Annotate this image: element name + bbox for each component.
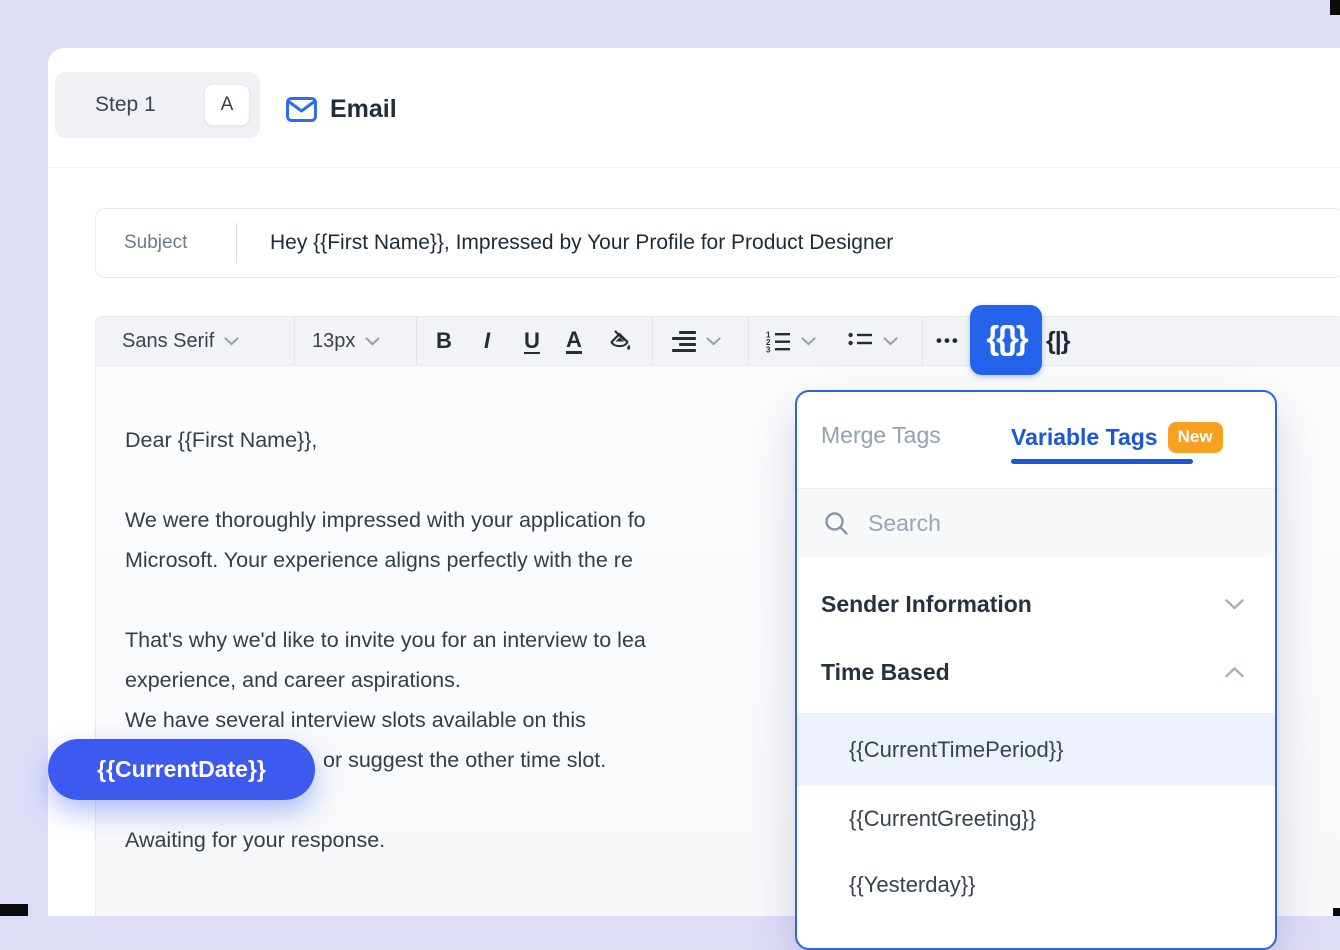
cursor-braces-icon: {|} xyxy=(1046,327,1069,356)
email-icon xyxy=(286,97,317,122)
chevron-down-icon xyxy=(801,337,816,346)
chevron-up-icon xyxy=(1224,666,1245,679)
bullet-list-button[interactable] xyxy=(848,316,898,366)
bold-icon: B xyxy=(436,328,452,354)
curly-braces-icon: {{}} xyxy=(986,319,1025,361)
more-options-button[interactable]: ••• xyxy=(936,316,960,366)
svg-text:3: 3 xyxy=(766,345,771,353)
screen-artifact xyxy=(1330,0,1340,15)
paint-bucket-icon xyxy=(606,328,633,355)
toolbar-separator xyxy=(922,316,923,366)
active-tab-underline xyxy=(1011,459,1193,464)
bold-button[interactable]: B xyxy=(436,316,452,366)
subject-label: Subject xyxy=(124,232,236,254)
step-tab[interactable]: Step 1 A xyxy=(55,72,260,138)
chevron-down-icon xyxy=(365,337,380,346)
underline-icon: U xyxy=(524,328,540,354)
fill-color-button[interactable] xyxy=(606,316,633,366)
chevron-down-icon xyxy=(224,337,239,346)
search-input[interactable] xyxy=(868,510,1198,537)
search-icon xyxy=(823,510,850,537)
current-date-tag-pill[interactable]: {{CurrentDate}} xyxy=(48,739,315,800)
font-family-select[interactable]: Sans Serif xyxy=(122,316,239,366)
chevron-down-icon xyxy=(706,337,721,346)
underline-button[interactable]: U xyxy=(524,316,540,366)
screen-artifact xyxy=(0,904,28,916)
toolbar-separator xyxy=(294,316,295,366)
channel-label: Email xyxy=(330,95,397,124)
section-sender-information[interactable]: Sender Information xyxy=(797,572,1275,636)
font-family-value: Sans Serif xyxy=(122,330,214,353)
channel-header: Email xyxy=(286,90,397,128)
tab-variable-tags[interactable]: Variable Tags New xyxy=(1011,422,1223,453)
italic-icon: I xyxy=(484,328,490,354)
font-size-select[interactable]: 13px xyxy=(312,316,380,366)
tab-merge-tags[interactable]: Merge Tags xyxy=(821,422,941,449)
section-label: Time Based xyxy=(821,659,950,686)
bullet-list-icon xyxy=(848,331,873,351)
section-time-based[interactable]: Time Based xyxy=(797,640,1275,704)
inline-tag-button[interactable]: {|} xyxy=(1046,316,1069,366)
toolbar-separator xyxy=(416,316,417,366)
tab-variable-tags-label: Variable Tags xyxy=(1011,424,1158,451)
ordered-list-icon: 1 2 3 xyxy=(766,330,791,353)
align-button[interactable] xyxy=(672,316,721,366)
chevron-down-icon xyxy=(1224,598,1245,611)
subject-row: Subject Hey {{First Name}}, Impressed by… xyxy=(95,208,1340,278)
tag-item-current-greeting[interactable]: {{CurrentGreeting}} xyxy=(797,786,1275,852)
search-bar xyxy=(797,489,1275,557)
chevron-down-icon xyxy=(883,337,898,346)
toolbar-separator xyxy=(748,316,749,366)
subject-separator xyxy=(236,223,237,263)
tag-item-current-time-period[interactable]: {{CurrentTimePeriod}} xyxy=(797,714,1275,786)
italic-button[interactable]: I xyxy=(484,316,490,366)
font-size-value: 13px xyxy=(312,330,355,353)
more-icon: ••• xyxy=(936,331,960,351)
step-label: Step 1 xyxy=(95,93,156,117)
ordered-list-button[interactable]: 1 2 3 xyxy=(766,316,816,366)
toolbar-separator xyxy=(652,316,653,366)
new-badge: New xyxy=(1168,422,1223,453)
tag-item-yesterday[interactable]: {{Yesterday}} xyxy=(797,852,1275,918)
text-color-icon: A xyxy=(566,329,582,354)
align-right-icon xyxy=(672,331,696,352)
tags-dropdown-panel: Merge Tags Variable Tags New Sender Info… xyxy=(795,390,1277,950)
subject-input[interactable]: Hey {{First Name}}, Impressed by Your Pr… xyxy=(270,231,893,255)
text-color-button[interactable]: A xyxy=(566,316,582,366)
merge-tags-button[interactable]: {{}} xyxy=(970,305,1042,375)
screen-artifact xyxy=(1333,908,1340,916)
current-date-tag-label: {{CurrentDate}} xyxy=(97,756,266,783)
variant-a-badge[interactable]: A xyxy=(204,84,250,126)
section-label: Sender Information xyxy=(821,591,1032,618)
header-divider xyxy=(48,167,1340,168)
